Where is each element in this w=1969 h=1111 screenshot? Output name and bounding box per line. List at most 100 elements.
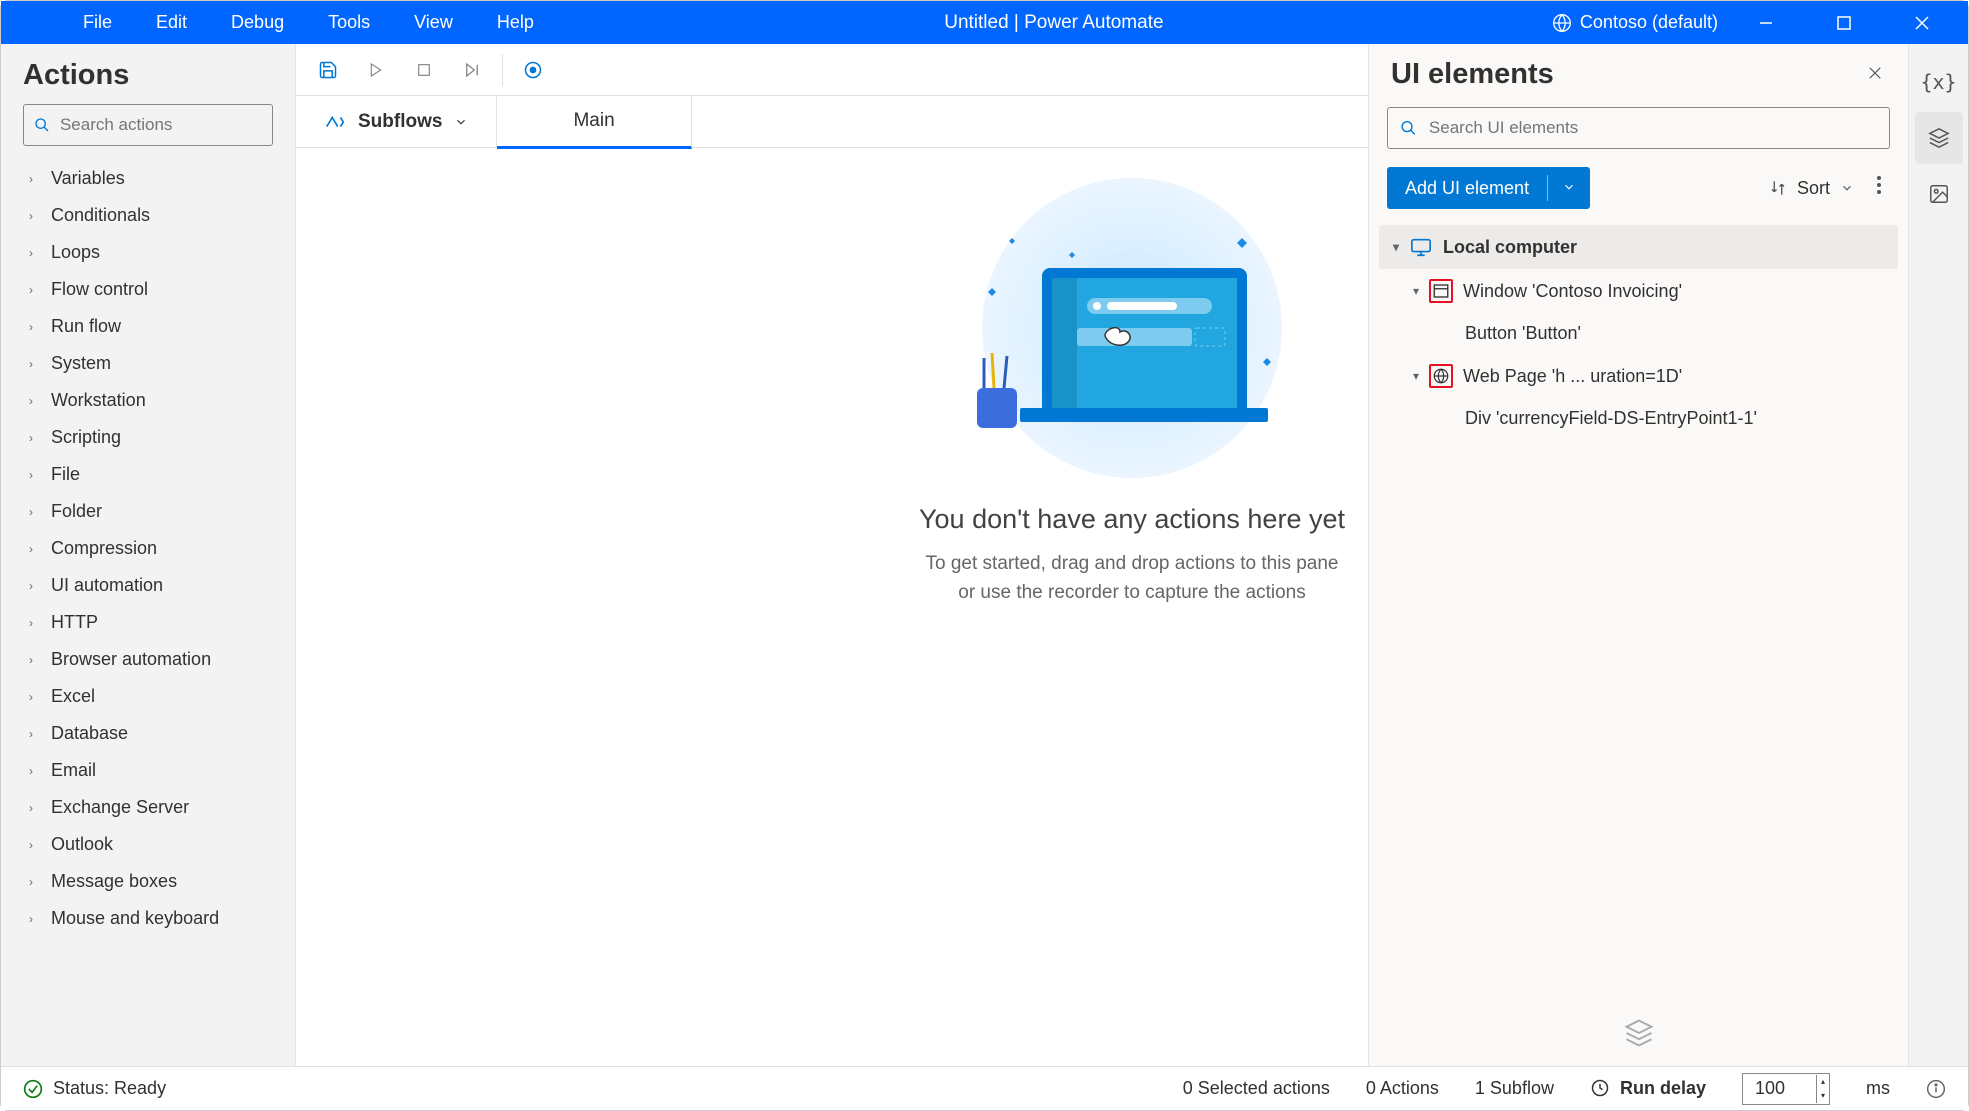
action-label: System: [51, 353, 111, 374]
action-category-database[interactable]: ›Database: [19, 715, 289, 752]
recorder-button[interactable]: [509, 50, 557, 90]
layers-footer: [1369, 439, 1908, 1068]
variables-icon: {x}: [1920, 70, 1956, 94]
menu-debug[interactable]: Debug: [209, 1, 306, 44]
tab-main[interactable]: Main: [497, 95, 691, 149]
subflows-icon: [324, 111, 346, 133]
run-delay-input[interactable]: 100 ▴▾: [1742, 1073, 1830, 1105]
ui-elements-search[interactable]: [1387, 107, 1890, 149]
images-pane-button[interactable]: [1915, 168, 1963, 220]
close-button[interactable]: [1892, 1, 1952, 44]
action-category-workstation[interactable]: ›Workstation: [19, 382, 289, 419]
sort-button[interactable]: Sort: [1769, 178, 1854, 199]
action-category-folder[interactable]: ›Folder: [19, 493, 289, 530]
run-button[interactable]: [352, 50, 400, 90]
action-label: Database: [51, 723, 128, 744]
action-category-message-boxes[interactable]: ›Message boxes: [19, 863, 289, 900]
status-selected: 0 Selected actions: [1183, 1078, 1330, 1099]
action-label: Variables: [51, 168, 125, 189]
window-title: Untitled | Power Automate: [556, 12, 1552, 34]
status-bar: Status: Ready 0 Selected actions 0 Actio…: [1, 1066, 1968, 1110]
chevron-right-icon: ›: [29, 579, 39, 593]
action-category-compression[interactable]: › Compression: [19, 530, 289, 567]
actions-search-input[interactable]: [60, 115, 262, 135]
workspace-selector[interactable]: Contoso (default): [1552, 12, 1718, 33]
right-tool-strip: {x}: [1908, 44, 1968, 1068]
chevron-right-icon: ›: [29, 690, 39, 704]
action-category-exchange-server[interactable]: › Exchange Server: [19, 789, 289, 826]
more-button[interactable]: [1868, 175, 1890, 201]
chevron-right-icon: ›: [29, 209, 39, 223]
action-label: Email: [51, 760, 96, 781]
chevron-right-icon: ›: [29, 505, 39, 519]
action-label: UI automation: [51, 575, 163, 596]
chevron-right-icon: ›: [29, 357, 39, 371]
tree-button[interactable]: Button 'Button': [1379, 313, 1898, 354]
action-category-email[interactable]: ›Email: [19, 752, 289, 789]
delay-spinner[interactable]: ▴▾: [1816, 1075, 1829, 1103]
info-icon[interactable]: [1926, 1079, 1946, 1099]
action-label: Outlook: [51, 834, 113, 855]
chevron-down-icon[interactable]: [1548, 178, 1590, 199]
search-icon: [1400, 119, 1417, 137]
menu-tools[interactable]: Tools: [306, 1, 392, 44]
add-ui-element-button[interactable]: Add UI element: [1387, 167, 1590, 209]
close-icon: [1866, 64, 1884, 82]
globe-icon: [1429, 364, 1453, 388]
ui-elements-pane-button[interactable]: [1915, 112, 1963, 164]
menu-edit[interactable]: Edit: [134, 1, 209, 44]
menu-bar: File Edit Debug Tools View Help: [61, 1, 556, 44]
action-label: Exchange Server: [51, 797, 189, 818]
chevron-right-icon: ›: [29, 542, 39, 556]
action-category-variables[interactable]: ›Variables: [19, 160, 289, 197]
maximize-button[interactable]: [1814, 1, 1874, 44]
minimize-button[interactable]: [1736, 1, 1796, 44]
chevron-right-icon: ›: [29, 653, 39, 667]
chevron-right-icon: ›: [29, 912, 39, 926]
action-label: Message boxes: [51, 871, 177, 892]
action-category-run-flow[interactable]: ›Run flow: [19, 308, 289, 345]
actions-list[interactable]: ›Variables›Conditionals›Loops›Flow contr…: [1, 160, 295, 1060]
actions-search-box[interactable]: [23, 104, 273, 146]
search-icon: [34, 116, 50, 134]
save-button[interactable]: [304, 50, 352, 90]
action-category-loops[interactable]: ›Loops: [19, 234, 289, 271]
action-category-system[interactable]: › System: [19, 345, 289, 382]
menu-view[interactable]: View: [392, 1, 475, 44]
action-category-scripting[interactable]: ›Scripting: [19, 419, 289, 456]
chevron-right-icon: ›: [29, 801, 39, 815]
menu-file[interactable]: File: [61, 1, 134, 44]
tree-webpage[interactable]: ▾ Web Page 'h ... uration=1D': [1379, 354, 1898, 398]
layers-icon: [1624, 1018, 1654, 1048]
action-category-file[interactable]: ›File: [19, 456, 289, 493]
subflows-dropdown[interactable]: Subflows: [296, 96, 497, 147]
chevron-right-icon: ›: [29, 283, 39, 297]
action-category-ui-automation[interactable]: › UI automation: [19, 567, 289, 604]
action-category-http[interactable]: ›HTTP: [19, 604, 289, 641]
empty-title: You don't have any actions here yet: [919, 504, 1345, 535]
step-button[interactable]: [448, 50, 496, 90]
action-category-conditionals[interactable]: › Conditionals: [19, 197, 289, 234]
tree-div[interactable]: Div 'currencyField-DS-EntryPoint1-1': [1379, 398, 1898, 439]
ui-elements-search-input[interactable]: [1429, 118, 1877, 138]
action-category-flow-control[interactable]: ›Flow control: [19, 271, 289, 308]
chevron-down-icon: [1840, 181, 1854, 195]
chevron-down-icon: ▾: [1413, 369, 1419, 383]
close-panel-button[interactable]: [1860, 58, 1890, 91]
action-category-mouse-and-keyboard[interactable]: ›Mouse and keyboard: [19, 900, 289, 937]
action-category-excel[interactable]: ›Excel: [19, 678, 289, 715]
menu-help[interactable]: Help: [475, 1, 556, 44]
action-label: Compression: [51, 538, 157, 559]
action-label: Conditionals: [51, 205, 150, 226]
chevron-down-icon: [454, 115, 468, 129]
layers-icon: [1928, 127, 1950, 149]
empty-subtitle: To get started, drag and drop actions to…: [926, 550, 1339, 607]
sort-icon: [1769, 179, 1787, 197]
tree-local-computer[interactable]: ▾ Local computer: [1379, 225, 1898, 269]
action-label: Loops: [51, 242, 100, 263]
action-category-browser-automation[interactable]: ›Browser automation: [19, 641, 289, 678]
variables-pane-button[interactable]: {x}: [1915, 56, 1963, 108]
action-category-outlook[interactable]: ›Outlook: [19, 826, 289, 863]
tree-window[interactable]: ▾ Window 'Contoso Invoicing': [1379, 269, 1898, 313]
stop-button[interactable]: [400, 50, 448, 90]
